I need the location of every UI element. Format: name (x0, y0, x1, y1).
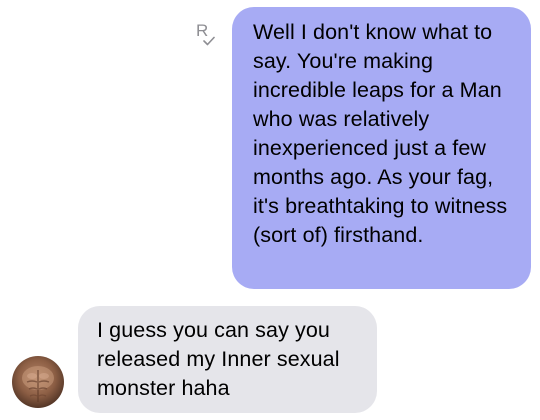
contact-avatar[interactable] (12, 356, 64, 408)
receipt-check-icon (203, 36, 215, 46)
message-thread: R Well I don't know what to say. You're … (0, 0, 540, 420)
incoming-message-bubble[interactable]: I guess you can say you released my Inne… (78, 306, 377, 413)
avatar-image (22, 366, 54, 402)
outgoing-message-bubble[interactable]: Well I don't know what to say. You're ma… (232, 7, 531, 289)
read-receipt-icon: R (196, 22, 220, 48)
